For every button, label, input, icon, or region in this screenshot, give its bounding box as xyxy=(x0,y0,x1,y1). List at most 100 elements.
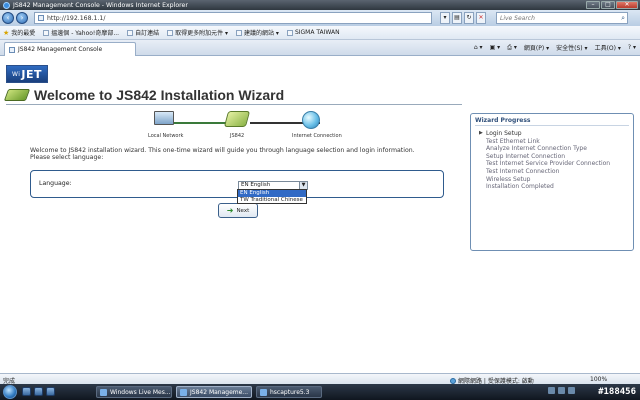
tab-bar: JS842 Management Console ⌂ ▾ ▣ ▾ ⎙ ▾ 網頁(… xyxy=(0,40,640,56)
forward-button[interactable]: › xyxy=(16,12,28,24)
wizard-progress-panel: Wizard Progress Login Setup Test Etherne… xyxy=(470,113,634,251)
wizard-step: Test Internet Connection xyxy=(486,167,560,175)
favorite-link-label: 建議的網站 ▾ xyxy=(244,30,279,37)
search-input[interactable] xyxy=(500,14,610,22)
wizard-step: Test Ethernet Link xyxy=(486,137,540,145)
refresh-icon[interactable]: ↻ xyxy=(464,12,474,24)
page-icon xyxy=(167,29,174,36)
arrow-right-icon: ➜ xyxy=(226,205,234,215)
internet-explorer-icon xyxy=(3,1,10,9)
chevron-down-icon[interactable]: ▼ xyxy=(299,182,307,189)
feeds-icon[interactable]: ▣ ▾ xyxy=(490,44,501,51)
title-divider xyxy=(6,104,462,105)
language-label: Language: xyxy=(39,180,72,187)
back-button[interactable]: ‹ xyxy=(2,12,14,24)
help-icon[interactable]: ? ▾ xyxy=(628,44,636,51)
page-title: Welcome to JS842 Installation Wizard xyxy=(34,87,285,103)
wizard-step: Installation Completed xyxy=(486,183,554,191)
favorites-bar: ★ 我的最愛 搵邊個 - Yahoo!奇摩部... 自訂連結 取得更多附加元件 … xyxy=(0,26,640,40)
router-icon xyxy=(3,89,31,101)
wizard-steps-list: Login Setup Test Ethernet Link Analyze I… xyxy=(479,130,611,191)
globe-icon xyxy=(450,377,456,384)
js842-node xyxy=(223,111,251,131)
taskbar-item-active[interactable]: JS842 Manageme... xyxy=(176,386,252,398)
search-box[interactable]: ⌕ xyxy=(496,12,628,24)
window-titlebar: JS842 Management Console - Windows Inter… xyxy=(0,0,640,10)
tray-icon[interactable] xyxy=(568,387,575,394)
quick-launch xyxy=(22,387,55,396)
intro-prompt: Please select language: xyxy=(30,154,104,162)
close-button[interactable]: ✕ xyxy=(616,1,638,9)
page-content: Wi JET Welcome to JS842 Installation Wiz… xyxy=(0,57,640,373)
internet-explorer-icon xyxy=(180,388,187,396)
tray-icon[interactable] xyxy=(558,387,565,394)
address-toolbar: ‹ › http://192.168.1.1/ ▾ ▤ ↻ ✕ ⌕ xyxy=(0,10,640,26)
favorites-label: 我的最愛 xyxy=(11,30,36,37)
page-menu[interactable]: 網頁(P) ▾ xyxy=(524,43,549,52)
ie-launch-icon[interactable] xyxy=(46,387,55,396)
yahoo-icon xyxy=(43,29,50,36)
tab-js842-console[interactable]: JS842 Management Console xyxy=(4,42,136,56)
intro-line: Welcome to JS842 installation wizard. Th… xyxy=(30,147,415,154)
internet-connection-label: Internet Connection xyxy=(292,133,342,139)
status-bar: 完成 網際網路 | 受保護模式: 啟動 100% xyxy=(0,373,640,385)
minimize-button[interactable]: – xyxy=(586,1,600,9)
taskbar-item-label: JS842 Manageme... xyxy=(190,388,249,396)
wizard-step: Setup Internet Connection xyxy=(486,152,566,160)
taskbar-item[interactable]: hscapture5.3 xyxy=(256,386,322,398)
page-icon xyxy=(127,29,134,36)
favorite-link[interactable]: 搵邊個 - Yahoo!奇摩部... xyxy=(43,28,119,37)
safety-menu[interactable]: 安全性(S) ▾ xyxy=(556,43,587,52)
tray-icon[interactable] xyxy=(548,387,555,394)
logo-prefix: Wi xyxy=(11,70,21,78)
home-icon[interactable]: ⌂ ▾ xyxy=(474,44,483,51)
tools-menu[interactable]: 工具(O) ▾ xyxy=(595,43,621,52)
wizard-progress-title: Wizard Progress xyxy=(475,117,531,124)
wizard-step: Test Internet Service Provider Connectio… xyxy=(486,160,611,168)
favorite-link[interactable]: 自訂連結 xyxy=(127,28,159,37)
language-option-tw[interactable]: TW Traditional Chinese xyxy=(238,197,306,204)
wizard-progress-divider xyxy=(475,125,629,126)
favorites-button[interactable]: ★ 我的最愛 xyxy=(3,28,36,38)
print-icon[interactable]: ⎙ ▾ xyxy=(507,44,517,52)
system-tray xyxy=(548,387,575,394)
taskbar-item-label: hscapture5.3 xyxy=(270,388,310,396)
search-icon[interactable]: ⌕ xyxy=(621,14,625,23)
page-heading: Welcome to JS842 Installation Wizard xyxy=(3,87,285,103)
stop-icon[interactable]: ✕ xyxy=(476,12,486,24)
wizard-step: Analyze Internet Connection Type xyxy=(486,145,587,153)
internet-node xyxy=(302,111,324,131)
show-desktop-icon[interactable] xyxy=(22,387,31,396)
dropdown-arrow-icon[interactable]: ▾ xyxy=(440,12,450,24)
globe-icon xyxy=(302,111,320,129)
maximize-button[interactable]: □ xyxy=(601,1,615,9)
watermark: #188456 xyxy=(598,387,636,397)
window-controls: – □ ✕ xyxy=(586,1,638,9)
taskbar-item[interactable]: Windows Live Mes... xyxy=(96,386,172,398)
address-field[interactable]: http://192.168.1.1/ xyxy=(34,12,432,24)
taskbar-item-label: Windows Live Mes... xyxy=(110,388,171,396)
next-button[interactable]: ➜ Next xyxy=(218,203,258,218)
wizard-step: Login Setup xyxy=(479,130,610,138)
logo-main: JET xyxy=(21,67,43,81)
favorite-link[interactable]: 取得更多附加元件 ▾ xyxy=(167,28,228,37)
compatibility-icon[interactable]: ▤ xyxy=(452,12,462,24)
url-text[interactable]: http://192.168.1.1/ xyxy=(47,15,105,22)
zoom-level[interactable]: 100% xyxy=(590,376,607,383)
favorite-link[interactable]: SIGMA TAIWAN xyxy=(286,29,340,36)
switch-windows-icon[interactable] xyxy=(34,387,43,396)
favorite-link[interactable]: 建議的網站 ▾ xyxy=(236,28,279,37)
page-icon xyxy=(38,15,44,21)
command-bar: ⌂ ▾ ▣ ▾ ⎙ ▾ 網頁(P) ▾ 安全性(S) ▾ 工具(O) ▾ ? ▾ xyxy=(474,43,636,53)
wizard-step: Wireless Setup xyxy=(486,175,531,183)
taskbar: Windows Live Mes... JS842 Manageme... hs… xyxy=(0,384,640,400)
js842-label: JS842 xyxy=(230,133,245,139)
intro-text: Welcome to JS842 installation wizard. Th… xyxy=(30,147,450,161)
capture-app-icon xyxy=(260,388,267,396)
star-icon: ★ xyxy=(3,28,10,37)
favorite-link-label: 搵邊個 - Yahoo!奇摩部... xyxy=(51,30,120,37)
page-icon xyxy=(286,29,293,36)
next-label: Next xyxy=(236,207,250,214)
start-button[interactable] xyxy=(3,385,17,399)
favorite-link-label: 取得更多附加元件 ▾ xyxy=(175,30,229,37)
